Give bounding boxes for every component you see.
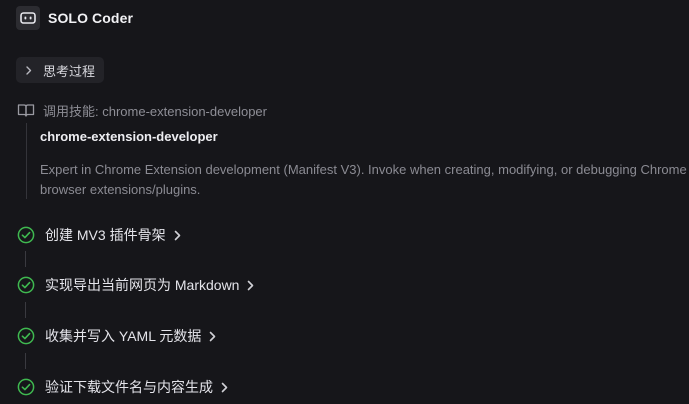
book-open-icon [17, 102, 35, 118]
check-circle-icon [17, 276, 35, 294]
chevron-right-icon[interactable] [247, 279, 257, 291]
check-circle-icon [17, 226, 35, 244]
app-title: SOLO Coder [48, 10, 134, 26]
step-item[interactable]: 创建 MV3 插件骨架 [17, 224, 184, 246]
check-circle-icon [17, 378, 35, 396]
skill-description: Expert in Chrome Extension development (… [40, 162, 687, 197]
step-title: 验证下载文件名与内容生成 [45, 379, 213, 395]
skill-invocation-text: 调用技能: chrome-extension-developer [43, 103, 267, 119]
step-connector [25, 353, 26, 369]
app-header: SOLO Coder [16, 5, 133, 31]
skill-invocation: 调用技能: chrome-extension-developer [17, 101, 267, 119]
step-title: 实现导出当前网页为 Markdown [45, 277, 240, 293]
skill-name: chrome-extension-developer [40, 129, 218, 144]
chevron-right-icon[interactable] [221, 381, 231, 393]
chevron-right-icon[interactable] [209, 330, 219, 342]
step-item[interactable]: 实现导出当前网页为 Markdown [17, 274, 257, 296]
chevron-right-icon[interactable] [174, 229, 184, 241]
step-item[interactable]: 验证下载文件名与内容生成 [17, 376, 231, 398]
thinking-process-label: 思考过程 [43, 63, 96, 79]
robot-face-icon [16, 6, 40, 30]
step-connector [25, 251, 26, 267]
skill-divider [26, 123, 27, 199]
step-connector [25, 302, 26, 318]
step-title: 收集并写入 YAML 元数据 [45, 328, 202, 344]
step-title: 创建 MV3 插件骨架 [45, 227, 166, 243]
step-item[interactable]: 收集并写入 YAML 元数据 [17, 325, 219, 347]
thinking-process-toggle[interactable]: 思考过程 [16, 57, 105, 83]
chevron-right-icon [24, 65, 34, 75]
check-circle-icon [17, 327, 35, 345]
